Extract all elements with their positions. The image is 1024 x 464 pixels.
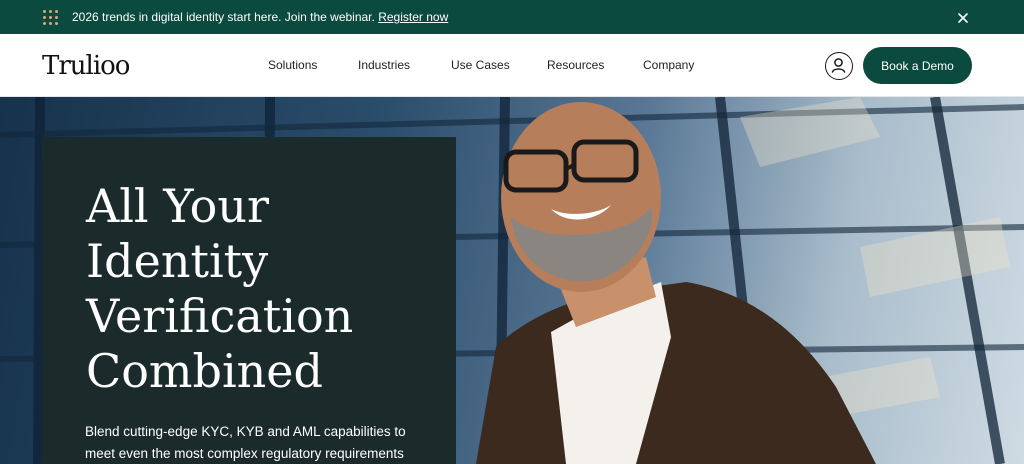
nav-company[interactable]: Company	[643, 58, 694, 72]
announcement-text-wrap: 2026 trends in digital identity start he…	[72, 10, 448, 25]
book-demo-button[interactable]: Book a Demo	[863, 47, 972, 84]
smiling-man-photo	[476, 102, 876, 464]
close-icon[interactable]	[955, 10, 971, 26]
hero-title: All Your Identity Verification Combined	[86, 179, 354, 398]
register-now-link[interactable]: Register now	[378, 10, 448, 24]
announcement-bar: 2026 trends in digital identity start he…	[0, 0, 1024, 34]
site-header: Trulioo Solutions Industries Use Cases R…	[0, 34, 1024, 97]
nav-industries[interactable]: Industries	[358, 58, 410, 72]
grid-dots-icon	[43, 10, 59, 26]
announcement-text: 2026 trends in digital identity start he…	[72, 10, 375, 24]
user-icon	[831, 58, 846, 73]
nav-resources[interactable]: Resources	[547, 58, 604, 72]
nav-use-cases[interactable]: Use Cases	[451, 58, 510, 72]
hero-section: All Your Identity Verification Combined …	[0, 97, 1024, 464]
nav-solutions[interactable]: Solutions	[268, 58, 317, 72]
hero-subtitle: Blend cutting-edge KYC, KYB and AML capa…	[85, 424, 406, 461]
hero-card: All Your Identity Verification Combined …	[42, 137, 456, 464]
trulioo-logo[interactable]: Trulioo	[42, 50, 130, 82]
account-button[interactable]	[825, 52, 853, 80]
